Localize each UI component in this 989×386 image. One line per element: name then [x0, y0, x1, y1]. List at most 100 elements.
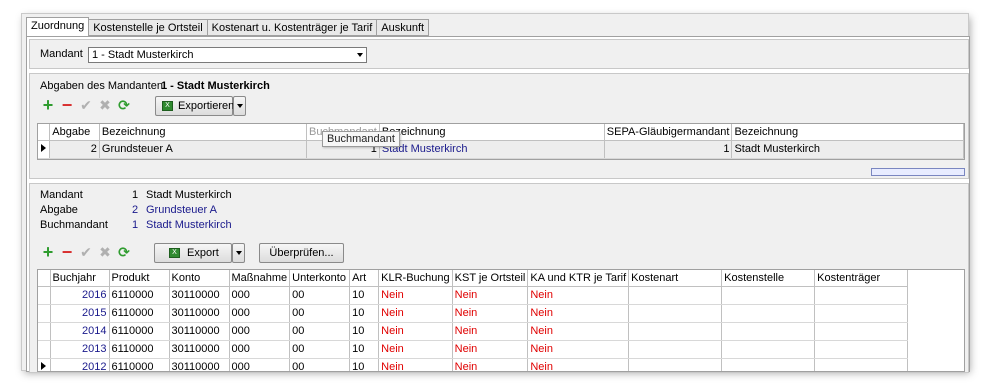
- cell-massnahme[interactable]: 000: [229, 340, 291, 359]
- cell-kostentraeger[interactable]: [814, 322, 909, 341]
- cell-kst-je-ortsteil[interactable]: Nein: [452, 322, 529, 341]
- cell-art[interactable]: 10: [349, 304, 380, 323]
- add-icon[interactable]: +: [40, 96, 56, 114]
- cell-klr-buchung[interactable]: Nein: [378, 322, 453, 341]
- column-header-kostentraeger[interactable]: Kostenträger: [814, 270, 909, 287]
- cell-konto[interactable]: 30110000: [169, 340, 230, 359]
- cancel-icon[interactable]: ✖: [97, 244, 113, 260]
- cell-kostenart[interactable]: [628, 286, 723, 305]
- confirm-icon[interactable]: ✔: [78, 244, 94, 260]
- column-header-buchmandant-bezeichnung[interactable]: Bezeichnung: [379, 124, 605, 141]
- cell-produkt[interactable]: 6110000: [109, 286, 170, 305]
- cell-kostenart[interactable]: [628, 340, 723, 359]
- cell-klr-buchung[interactable]: Nein: [378, 340, 453, 359]
- cell-kostentraeger[interactable]: [814, 304, 909, 323]
- cell-unterkonto[interactable]: 00: [289, 357, 351, 371]
- column-header-kostenstelle[interactable]: Kostenstelle: [721, 270, 816, 287]
- column-header-kostenart[interactable]: Kostenart: [628, 270, 723, 287]
- cell-kst-je-ortsteil[interactable]: Nein: [452, 357, 529, 371]
- cell-massnahme[interactable]: 000: [229, 357, 291, 371]
- export-dropdown-button[interactable]: [232, 243, 245, 263]
- mandant-select[interactable]: 1 - Stadt Musterkirch: [88, 47, 367, 63]
- cell-klr-buchung[interactable]: Nein: [378, 304, 453, 323]
- column-header-kst-je-ortsteil[interactable]: KST je Ortsteil: [452, 270, 529, 287]
- cell-produkt[interactable]: 6110000: [109, 357, 170, 371]
- cell-ka-ktr-je-tarif[interactable]: Nein: [527, 357, 630, 371]
- column-header-abgabe[interactable]: Abgabe: [49, 124, 100, 141]
- cell-massnahme[interactable]: 000: [229, 304, 291, 323]
- column-header-klr-buchung[interactable]: KLR-Buchung: [378, 270, 453, 287]
- column-header-art[interactable]: Art: [349, 270, 380, 287]
- cell-ka-ktr-je-tarif[interactable]: Nein: [527, 322, 630, 341]
- column-header-sepa-bezeichnung[interactable]: Bezeichnung: [731, 124, 964, 141]
- info-buchmandant-value[interactable]: Stadt Musterkirch: [146, 219, 232, 231]
- cell-kostenstelle[interactable]: [721, 286, 816, 305]
- cell-kostenstelle[interactable]: [721, 357, 816, 371]
- column-header-konto[interactable]: Konto: [169, 270, 230, 287]
- column-header-sepa[interactable]: SEPA-Gläubigermandant: [604, 124, 733, 141]
- cell-klr-buchung[interactable]: Nein: [378, 286, 453, 305]
- cell-buchmandant-bezeichnung[interactable]: Stadt Musterkirch: [379, 140, 605, 159]
- cell-kostenart[interactable]: [628, 322, 723, 341]
- cancel-icon[interactable]: ✖: [97, 97, 113, 113]
- cell-art[interactable]: 10: [349, 340, 380, 359]
- tab-zuordnung[interactable]: Zuordnung: [26, 17, 90, 37]
- export-button[interactable]: X Exportieren: [155, 96, 234, 116]
- cell-konto[interactable]: 30110000: [169, 286, 230, 305]
- cell-kst-je-ortsteil[interactable]: Nein: [452, 340, 529, 359]
- tab-auskunft[interactable]: Auskunft: [377, 19, 430, 36]
- add-icon[interactable]: +: [40, 243, 56, 261]
- cell-unterkonto[interactable]: 00: [289, 304, 351, 323]
- cell-kostentraeger[interactable]: [814, 286, 909, 305]
- cell-sepa-bezeichnung[interactable]: Stadt Musterkirch: [731, 140, 964, 159]
- cell-buchjahr[interactable]: 2015: [50, 304, 110, 323]
- refresh-icon[interactable]: ⟳: [116, 244, 132, 260]
- cell-art[interactable]: 10: [349, 322, 380, 341]
- cell-abgabe[interactable]: 2: [49, 140, 100, 159]
- cell-kostenstelle[interactable]: [721, 340, 816, 359]
- cell-ka-ktr-je-tarif[interactable]: Nein: [527, 304, 630, 323]
- remove-icon[interactable]: −: [59, 243, 75, 261]
- tab-kostenart-kostentraeger[interactable]: Kostenart u. Kostenträger je Tarif: [207, 19, 378, 36]
- cell-konto[interactable]: 30110000: [169, 304, 230, 323]
- cell-kostenart[interactable]: [628, 357, 723, 371]
- column-header-unterkonto[interactable]: Unterkonto: [289, 270, 351, 287]
- cell-kostenstelle[interactable]: [721, 304, 816, 323]
- cell-konto[interactable]: 30110000: [169, 357, 230, 371]
- column-header-massnahme[interactable]: Maßnahme: [229, 270, 291, 287]
- table-row[interactable]: 2016 6110000 30110000 000 00 10 Nein Nei…: [38, 286, 909, 305]
- remove-icon[interactable]: −: [59, 96, 75, 114]
- cell-ka-ktr-je-tarif[interactable]: Nein: [527, 340, 630, 359]
- info-abgabe-value[interactable]: Grundsteuer A: [146, 204, 217, 216]
- export-dropdown-button[interactable]: [233, 96, 246, 116]
- cell-kostentraeger[interactable]: [814, 357, 909, 371]
- cell-buchjahr[interactable]: 2016: [50, 286, 110, 305]
- cell-kostenstelle[interactable]: [721, 322, 816, 341]
- table-row[interactable]: 2012 6110000 30110000 000 00 10 Nein Nei…: [38, 357, 909, 371]
- column-header-ka-ktr-je-tarif[interactable]: KA und KTR je Tarif: [527, 270, 630, 287]
- cell-art[interactable]: 10: [349, 286, 380, 305]
- cell-kostenart[interactable]: [628, 304, 723, 323]
- cell-produkt[interactable]: 6110000: [109, 340, 170, 359]
- cell-unterkonto[interactable]: 00: [289, 286, 351, 305]
- column-header-produkt[interactable]: Produkt: [109, 270, 170, 287]
- horizontal-scrollbar[interactable]: [871, 168, 965, 176]
- cell-massnahme[interactable]: 000: [229, 286, 291, 305]
- confirm-icon[interactable]: ✔: [78, 97, 94, 113]
- cell-kst-je-ortsteil[interactable]: Nein: [452, 286, 529, 305]
- cell-kostentraeger[interactable]: [814, 340, 909, 359]
- ueberpruefen-button[interactable]: Überprüfen...: [259, 243, 344, 263]
- cell-buchjahr[interactable]: 2013: [50, 340, 110, 359]
- cell-kst-je-ortsteil[interactable]: Nein: [452, 304, 529, 323]
- column-header-buchjahr[interactable]: Buchjahr: [50, 270, 110, 287]
- table-row[interactable]: 2015 6110000 30110000 000 00 10 Nein Nei…: [38, 304, 909, 323]
- refresh-icon[interactable]: ⟳: [116, 97, 132, 113]
- cell-buchjahr[interactable]: 2014: [50, 322, 110, 341]
- cell-unterkonto[interactable]: 00: [289, 340, 351, 359]
- cell-produkt[interactable]: 6110000: [109, 322, 170, 341]
- table-row[interactable]: 2 Grundsteuer A 1 Stadt Musterkirch 1 St…: [38, 140, 964, 159]
- cell-klr-buchung[interactable]: Nein: [378, 357, 453, 371]
- cell-sepa[interactable]: 1: [604, 140, 733, 159]
- cell-buchjahr[interactable]: 2012: [50, 357, 110, 371]
- export-button[interactable]: X Export: [154, 243, 232, 263]
